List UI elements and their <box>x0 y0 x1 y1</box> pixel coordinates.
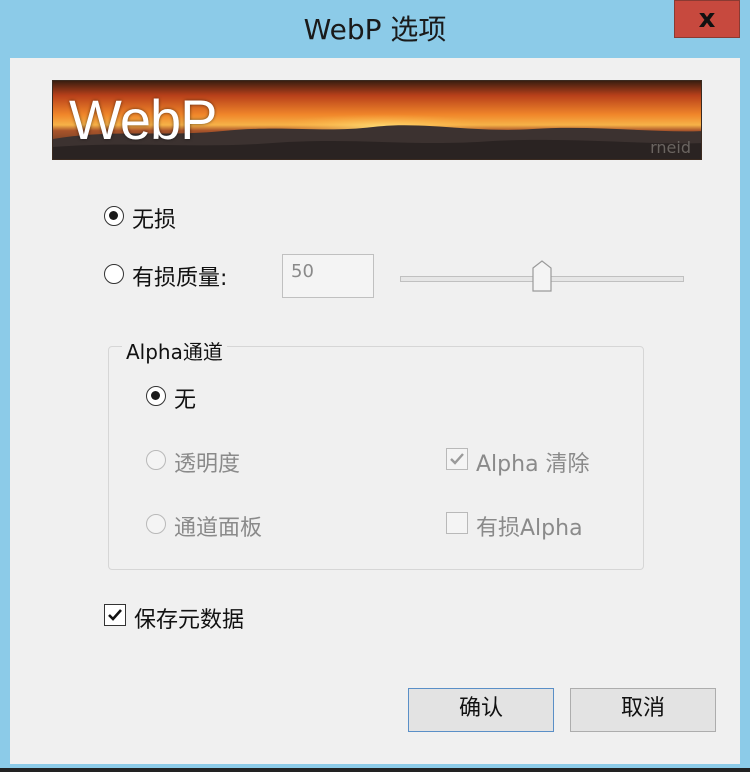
window-title: WebP 选项 <box>303 13 447 46</box>
lossless-radio[interactable] <box>104 206 124 226</box>
alpha-none-label[interactable]: 无 <box>174 382 196 414</box>
close-icon: x <box>698 4 716 34</box>
save-metadata-checkbox[interactable] <box>104 604 126 626</box>
lossless-label[interactable]: 无损 <box>132 202 176 234</box>
close-button[interactable]: x <box>674 0 740 38</box>
lossy-alpha-checkbox[interactable] <box>446 512 468 534</box>
save-metadata-label[interactable]: 保存元数据 <box>134 602 244 634</box>
lossy-alpha-label[interactable]: 有损Alpha <box>476 510 583 542</box>
dialog-body: WebP rneid 无损 有损质量: 50 Alpha通道 无 透明度 通道面… <box>10 58 740 764</box>
webp-logo: WebP <box>69 88 217 151</box>
window-bottom-edge <box>0 768 750 772</box>
ok-button[interactable]: 确认 <box>408 688 554 732</box>
alpha-channel-panel-radio[interactable] <box>146 514 166 534</box>
cancel-button[interactable]: 取消 <box>570 688 716 732</box>
alpha-clear-checkbox[interactable] <box>446 448 468 470</box>
webp-options-window: WebP 选项 x WebP rneid 无损 有损质量: 50 Alpha通道… <box>0 0 750 768</box>
lossy-quality-radio[interactable] <box>104 264 124 284</box>
checkmark-icon <box>450 453 464 465</box>
title-bar[interactable]: WebP 选项 x <box>0 0 750 52</box>
banner-credit: rneid <box>650 138 691 157</box>
alpha-channel-legend: Alpha通道 <box>122 336 227 365</box>
checkmark-icon <box>108 609 122 621</box>
lossy-quality-label[interactable]: 有损质量: <box>132 260 227 292</box>
quality-slider-thumb[interactable] <box>532 260 552 292</box>
alpha-transparency-label[interactable]: 透明度 <box>174 446 240 478</box>
alpha-channel-panel-label[interactable]: 通道面板 <box>174 510 262 542</box>
webp-banner-image: WebP rneid <box>52 80 702 160</box>
quality-input[interactable]: 50 <box>282 254 374 298</box>
alpha-none-radio[interactable] <box>146 386 166 406</box>
alpha-transparency-radio[interactable] <box>146 450 166 470</box>
alpha-clear-label[interactable]: Alpha 清除 <box>476 446 590 478</box>
